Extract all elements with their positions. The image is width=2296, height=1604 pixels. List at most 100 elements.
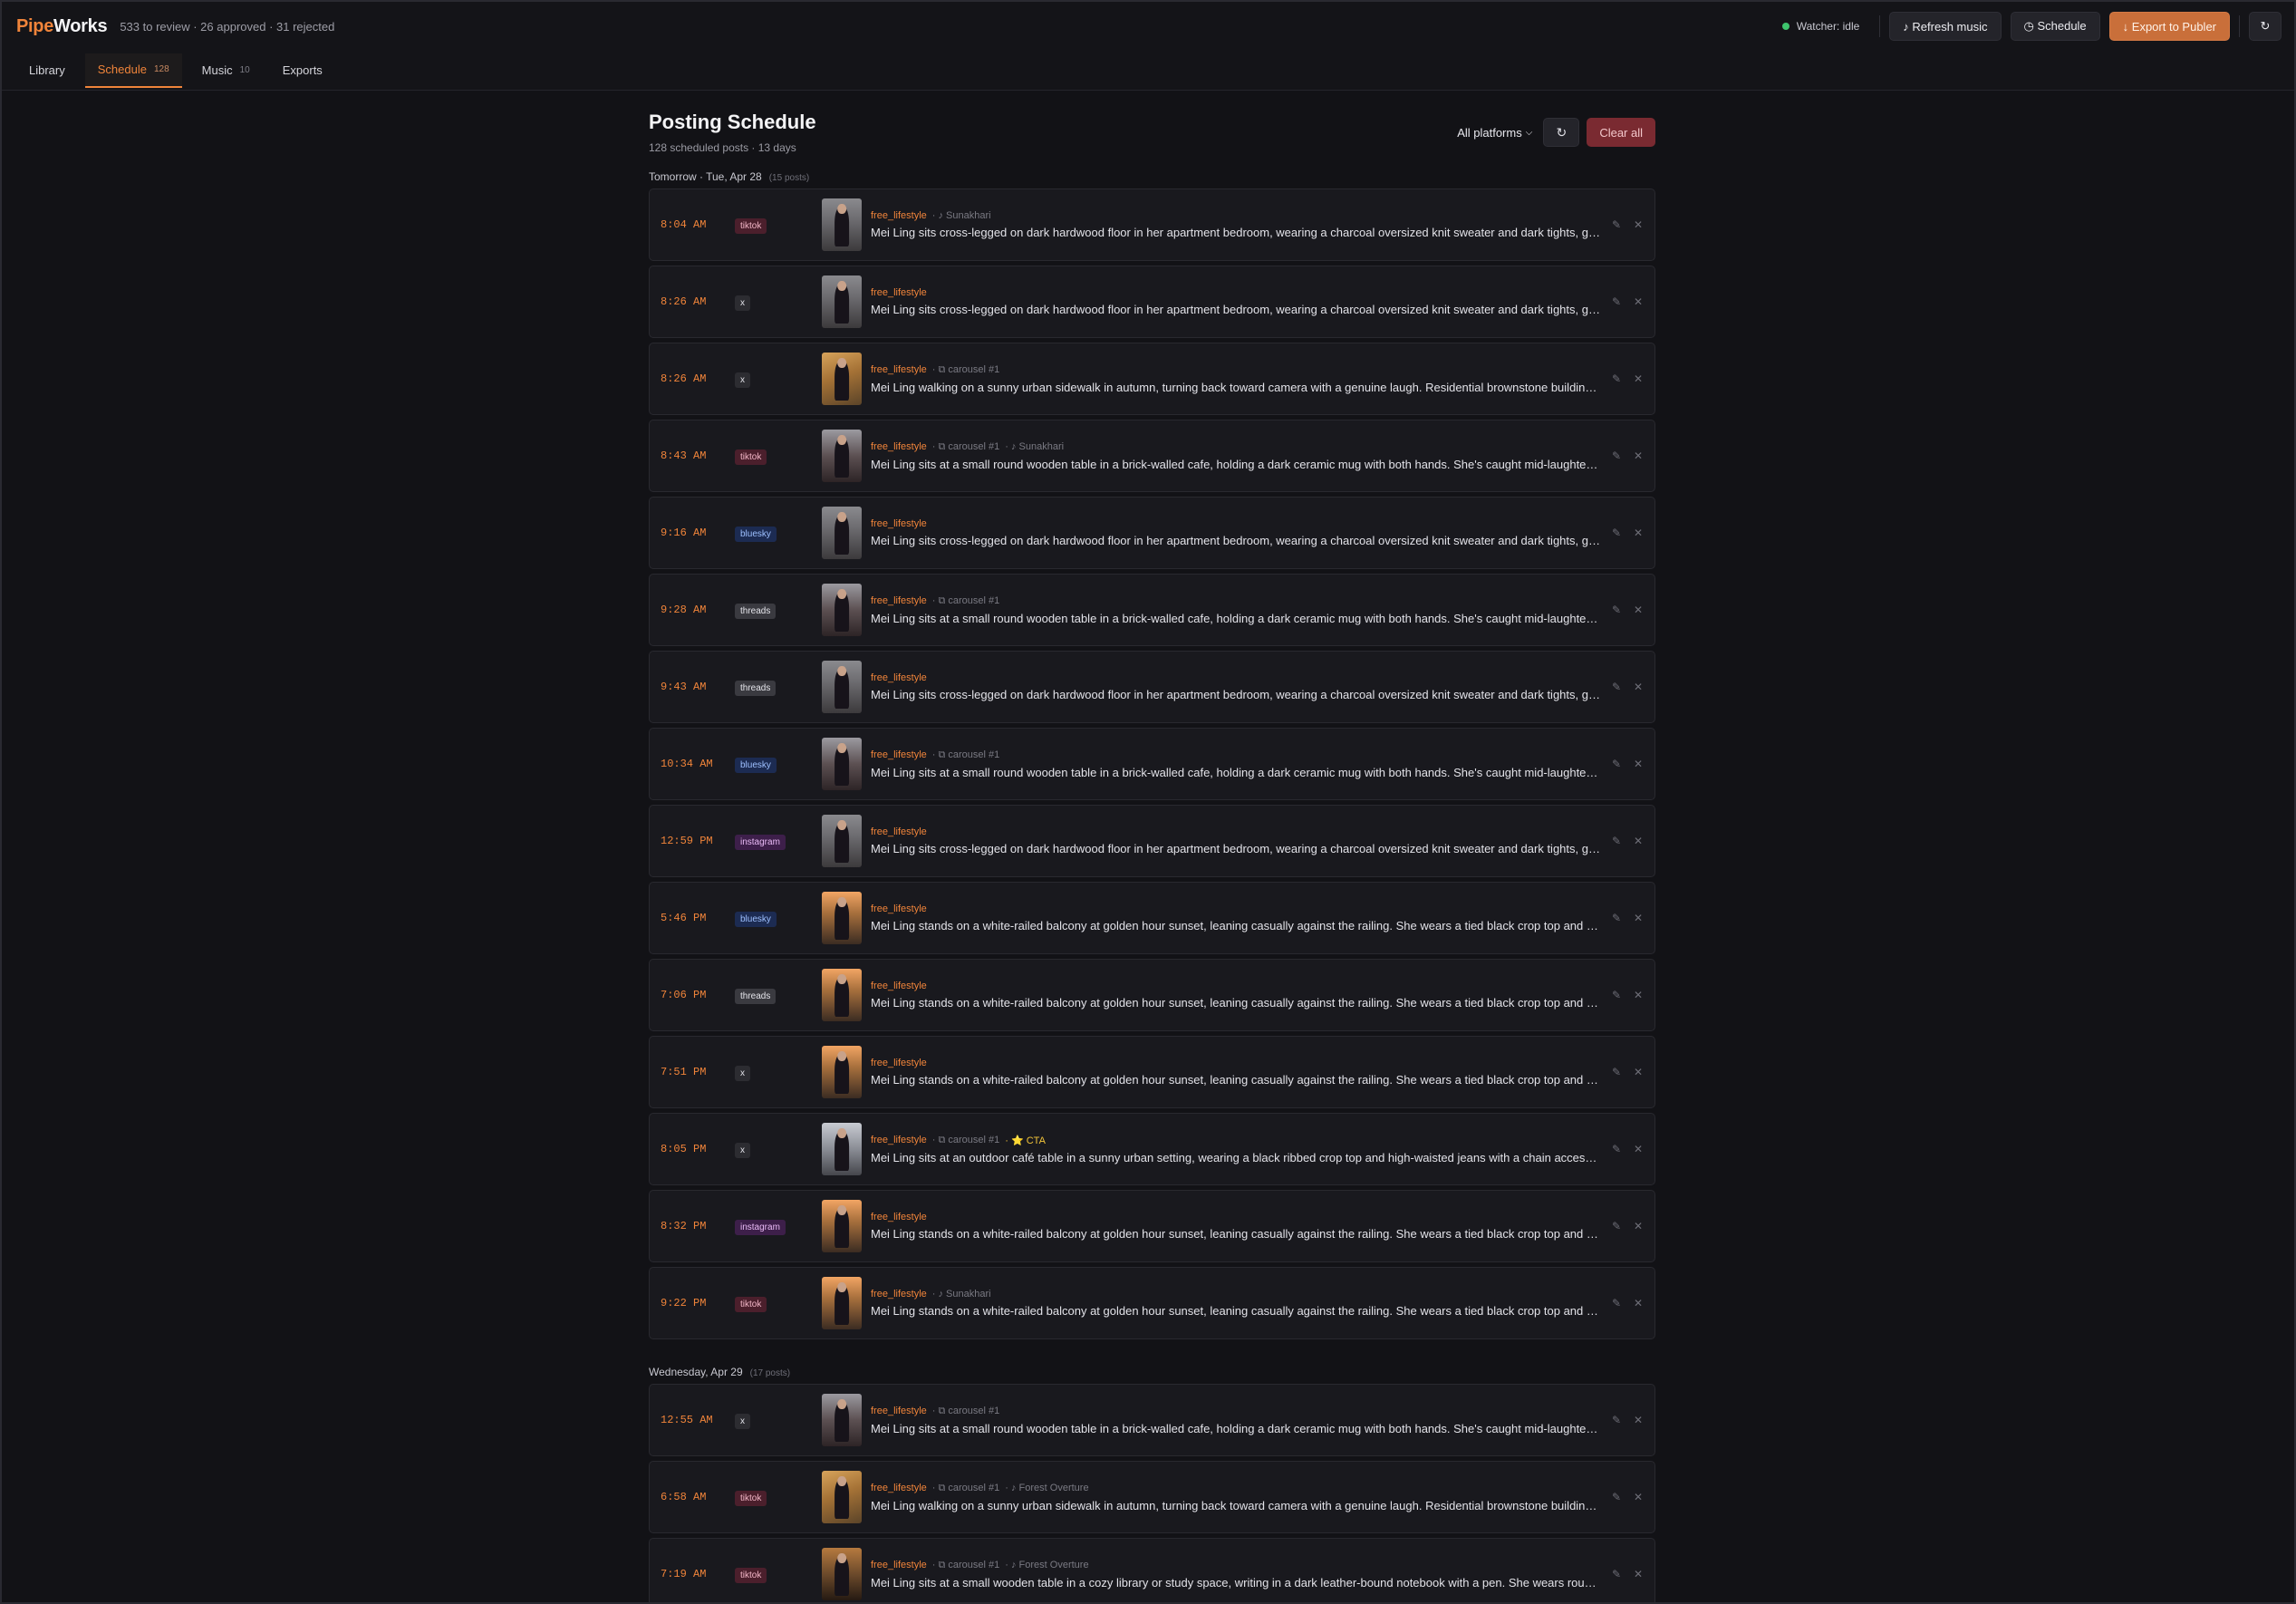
- close-icon[interactable]: ✕: [1634, 681, 1643, 693]
- post-thumbnail[interactable]: [822, 969, 862, 1021]
- close-icon[interactable]: ✕: [1634, 835, 1643, 847]
- platform-badge: x: [735, 295, 750, 311]
- close-icon[interactable]: ✕: [1634, 218, 1643, 231]
- tab-music[interactable]: Music 10: [189, 54, 263, 87]
- post-thumbnail[interactable]: [822, 430, 862, 482]
- edit-icon[interactable]: ✎: [1612, 527, 1621, 539]
- tab-exports[interactable]: Exports: [270, 54, 335, 87]
- post-meta-tag: · ⧉ carousel #1: [931, 363, 1000, 375]
- post-thumbnail[interactable]: [822, 1200, 862, 1252]
- schedule-row[interactable]: 6:58 AM tiktok free_lifestyle · ⧉ carouse…: [649, 1461, 1655, 1533]
- schedule-row[interactable]: 8:04 AM tiktok free_lifestyle · ♪ Sunakha…: [649, 188, 1655, 261]
- edit-icon[interactable]: ✎: [1612, 1066, 1621, 1078]
- close-icon[interactable]: ✕: [1634, 1066, 1643, 1078]
- post-thumbnail[interactable]: [822, 1394, 862, 1446]
- post-thumbnail[interactable]: [822, 661, 862, 713]
- schedule-panel: Posting Schedule 128 scheduled posts · 1…: [649, 107, 1655, 1602]
- post-category: free_lifestyle: [871, 210, 927, 221]
- post-thumbnail[interactable]: [822, 1471, 862, 1523]
- close-icon[interactable]: ✕: [1634, 1220, 1643, 1232]
- post-thumbnail[interactable]: [822, 353, 862, 405]
- platform-badge: bluesky: [735, 757, 777, 773]
- edit-icon[interactable]: ✎: [1612, 1220, 1621, 1232]
- close-icon[interactable]: ✕: [1634, 1143, 1643, 1155]
- close-icon[interactable]: ✕: [1634, 449, 1643, 462]
- post-category: free_lifestyle: [871, 826, 927, 837]
- edit-icon[interactable]: ✎: [1612, 218, 1621, 231]
- post-thumbnail[interactable]: [822, 1046, 862, 1098]
- edit-icon[interactable]: ✎: [1612, 1143, 1621, 1155]
- platform-filter-select[interactable]: All platforms ⌵: [1453, 118, 1537, 147]
- close-icon[interactable]: ✕: [1634, 758, 1643, 770]
- post-category: free_lifestyle: [871, 672, 927, 683]
- schedule-row[interactable]: 9:43 AM threads free_lifestyle Mei Ling …: [649, 651, 1655, 723]
- post-thumbnail[interactable]: [822, 815, 862, 867]
- edit-icon[interactable]: ✎: [1612, 1414, 1621, 1426]
- close-icon[interactable]: ✕: [1634, 1491, 1643, 1503]
- close-icon[interactable]: ✕: [1634, 1414, 1643, 1426]
- post-thumbnail[interactable]: [822, 1277, 862, 1329]
- post-time: 9:16 AM: [661, 527, 707, 539]
- schedule-row[interactable]: 8:43 AM tiktok free_lifestyle · ⧉ carouse…: [649, 420, 1655, 492]
- schedule-row[interactable]: 8:26 AM x free_lifestyle · ⧉ carousel #1 …: [649, 343, 1655, 415]
- edit-icon[interactable]: ✎: [1612, 1297, 1621, 1309]
- edit-icon[interactable]: ✎: [1612, 758, 1621, 770]
- close-icon[interactable]: ✕: [1634, 295, 1643, 308]
- schedule-row[interactable]: 7:19 AM tiktok free_lifestyle · ⧉ carouse…: [649, 1538, 1655, 1602]
- close-icon[interactable]: ✕: [1634, 1568, 1643, 1580]
- schedule-row[interactable]: 7:06 PM threads free_lifestyle Mei Ling …: [649, 959, 1655, 1031]
- edit-icon[interactable]: ✎: [1612, 912, 1621, 924]
- schedule-refresh-button[interactable]: ↻: [1543, 118, 1580, 147]
- edit-icon[interactable]: ✎: [1612, 1568, 1621, 1580]
- schedule-row[interactable]: 5:46 PM bluesky free_lifestyle Mei Ling …: [649, 882, 1655, 954]
- post-thumbnail[interactable]: [822, 275, 862, 328]
- post-time: 12:55 AM: [661, 1414, 713, 1426]
- post-thumbnail[interactable]: [822, 1123, 862, 1175]
- close-icon[interactable]: ✕: [1634, 372, 1643, 385]
- post-thumbnail[interactable]: [822, 892, 862, 944]
- watcher-status: Watcher: idle: [1781, 20, 1859, 33]
- post-thumbnail[interactable]: [822, 584, 862, 636]
- edit-icon[interactable]: ✎: [1612, 681, 1621, 693]
- schedule-row[interactable]: 9:22 PM tiktok free_lifestyle · ♪ Sunakha…: [649, 1267, 1655, 1339]
- export-to-publer-button[interactable]: ↓ Export to Publer: [2108, 12, 2230, 41]
- chevron-down-icon: ⌵: [1525, 127, 1533, 138]
- post-thumbnail[interactable]: [822, 198, 862, 251]
- post-meta-tag: · ⧉ carousel #1: [931, 1482, 1000, 1493]
- post-description: Mei Ling sits at an outdoor café table i…: [871, 1150, 1600, 1164]
- schedule-row[interactable]: 9:28 AM threads free_lifestyle · ⧉ carous…: [649, 574, 1655, 646]
- clear-all-button[interactable]: Clear all: [1587, 118, 1655, 147]
- schedule-row[interactable]: 7:51 PM x free_lifestyle Mei Ling stands…: [649, 1036, 1655, 1108]
- schedule-row[interactable]: 8:32 PM instagram free_lifestyle Mei Lin…: [649, 1190, 1655, 1262]
- tab-schedule[interactable]: Schedule 128: [84, 53, 182, 88]
- edit-icon[interactable]: ✎: [1612, 1491, 1621, 1503]
- refresh-music-button[interactable]: ♪ Refresh music: [1889, 12, 2002, 41]
- close-icon[interactable]: ✕: [1634, 1297, 1643, 1309]
- post-thumbnail[interactable]: [822, 507, 862, 559]
- close-icon[interactable]: ✕: [1634, 527, 1643, 539]
- post-thumbnail[interactable]: [822, 1548, 862, 1600]
- schedule-button[interactable]: ◷ Schedule: [2010, 12, 2100, 41]
- edit-icon[interactable]: ✎: [1612, 835, 1621, 847]
- edit-icon[interactable]: ✎: [1612, 449, 1621, 462]
- schedule-row[interactable]: 8:05 PM x free_lifestyle · ⧉ carousel #1 ·…: [649, 1113, 1655, 1185]
- edit-icon[interactable]: ✎: [1612, 295, 1621, 308]
- post-time: 6:58 AM: [661, 1491, 707, 1503]
- refresh-icon[interactable]: ↻: [2249, 12, 2282, 41]
- schedule-row[interactable]: 8:26 AM x free_lifestyle Mei Ling sits c…: [649, 266, 1655, 338]
- schedule-row[interactable]: 10:34 AM bluesky free_lifestyle · ⧉ carou…: [649, 728, 1655, 800]
- post-time: 8:04 AM: [661, 218, 707, 231]
- schedule-row[interactable]: 12:59 PM instagram free_lifestyle Mei Li…: [649, 805, 1655, 877]
- tab-library[interactable]: Library: [16, 54, 78, 87]
- post-category: free_lifestyle: [871, 981, 927, 991]
- edit-icon[interactable]: ✎: [1612, 989, 1621, 1001]
- close-icon[interactable]: ✕: [1634, 912, 1643, 924]
- schedule-row[interactable]: 9:16 AM bluesky free_lifestyle Mei Ling …: [649, 497, 1655, 569]
- close-icon[interactable]: ✕: [1634, 604, 1643, 616]
- post-thumbnail[interactable]: [822, 738, 862, 790]
- platform-badge: tiktok: [735, 1567, 767, 1583]
- edit-icon[interactable]: ✎: [1612, 604, 1621, 616]
- schedule-row[interactable]: 12:55 AM x free_lifestyle · ⧉ carousel #1…: [649, 1384, 1655, 1456]
- close-icon[interactable]: ✕: [1634, 989, 1643, 1001]
- edit-icon[interactable]: ✎: [1612, 372, 1621, 385]
